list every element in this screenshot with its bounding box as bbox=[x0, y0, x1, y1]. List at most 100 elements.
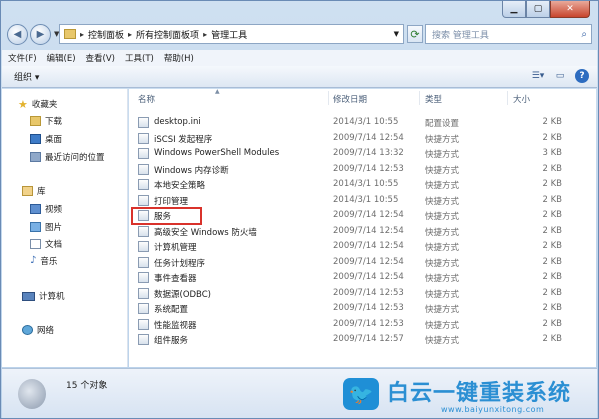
file-row[interactable]: 性能监视器 2009/7/14 12:53 快捷方式 2 KB bbox=[129, 317, 596, 332]
shortcut-icon bbox=[138, 303, 149, 314]
breadcrumb-all-items[interactable]: 所有控制面板项 bbox=[136, 28, 199, 41]
column-divider[interactable] bbox=[328, 91, 329, 105]
shortcut-icon bbox=[138, 148, 149, 159]
menu-help[interactable]: 帮助(H) bbox=[164, 52, 194, 64]
chevron-right-icon[interactable]: ▸ bbox=[80, 30, 84, 39]
shortcut-icon bbox=[138, 287, 149, 299]
search-input[interactable]: 搜索 管理工具 ⌕ bbox=[425, 24, 592, 44]
file-name: 高级安全 Windows 防火墙 bbox=[154, 227, 257, 238]
file-name: 本地安全策略 bbox=[154, 181, 206, 191]
column-header-name[interactable]: 名称 bbox=[138, 93, 155, 105]
nav-label: 音乐 bbox=[40, 257, 58, 267]
file-row[interactable]: 任务计划程序 2009/7/14 12:54 快捷方式 2 KB bbox=[129, 255, 596, 270]
nav-item-music[interactable]: ♪ 音乐 bbox=[30, 255, 58, 268]
address-dropdown-icon[interactable]: ▼ bbox=[394, 30, 399, 38]
nav-network[interactable]: 网络 bbox=[22, 324, 54, 336]
maximize-button[interactable]: ▢ bbox=[526, 1, 550, 18]
file-row[interactable]: Windows 内存诊断 2009/7/14 12:53 快捷方式 2 KB bbox=[129, 162, 596, 177]
column-divider[interactable] bbox=[507, 91, 508, 105]
menu-tools[interactable]: 工具(T) bbox=[125, 52, 154, 64]
file-type: 快捷方式 bbox=[425, 305, 460, 315]
file-name: Windows 内存诊断 bbox=[154, 165, 229, 176]
menu-view[interactable]: 查看(V) bbox=[86, 52, 115, 64]
column-divider[interactable] bbox=[419, 91, 420, 105]
file-size: 2 KB bbox=[542, 334, 562, 344]
file-row[interactable]: 高级安全 Windows 防火墙 2009/7/14 12:54 快捷方式 2 KB bbox=[129, 224, 596, 239]
menu-edit[interactable]: 编辑(E) bbox=[47, 52, 76, 64]
file-size: 2 KB bbox=[542, 117, 562, 127]
refresh-button[interactable]: ⟳ bbox=[407, 25, 423, 43]
preview-pane-icon[interactable]: ▭ bbox=[553, 69, 567, 83]
item-count: 15 个对象 bbox=[66, 381, 108, 391]
shortcut-icon bbox=[138, 241, 149, 252]
nav-favorites[interactable]: ★ 收藏夹 bbox=[18, 97, 57, 111]
file-size: 2 KB bbox=[542, 303, 562, 313]
nav-item-documents[interactable]: 文档 bbox=[30, 238, 62, 250]
file-row[interactable]: iSCSI 发起程序 2009/7/14 12:54 快捷方式 2 KB bbox=[129, 131, 596, 146]
file-type: 快捷方式 bbox=[425, 227, 460, 238]
address-bar[interactable]: ▸ 控制面板 ▸ 所有控制面板项 ▸ 管理工具 ▼ bbox=[59, 24, 404, 44]
file-row[interactable]: 计算机管理 2009/7/14 12:54 快捷方式 2 KB bbox=[129, 239, 596, 254]
nav-computer[interactable]: 计算机 bbox=[22, 290, 65, 302]
file-row[interactable]: desktop.ini 2014/3/1 10:55 配置设置 2 KB bbox=[129, 115, 596, 130]
file-row[interactable]: 系统配置 2009/7/14 12:53 快捷方式 2 KB bbox=[129, 301, 596, 316]
breadcrumb-control-panel[interactable]: 控制面板 bbox=[88, 28, 124, 41]
column-header-size[interactable]: 大小 bbox=[513, 93, 530, 105]
file-name: Windows PowerShell Modules bbox=[154, 148, 280, 158]
file-size: 2 KB bbox=[542, 225, 562, 236]
file-type: 快捷方式 bbox=[425, 134, 460, 145]
file-modified: 2009/7/14 12:54 bbox=[333, 210, 404, 220]
file-type: 快捷方式 bbox=[425, 274, 460, 284]
nav-item-recent[interactable]: 最近访问的位置 bbox=[30, 151, 105, 163]
file-modified: 2009/7/14 12:53 bbox=[333, 163, 404, 174]
organize-button[interactable]: 组织 ▾ bbox=[14, 70, 39, 83]
search-icon[interactable]: ⌕ bbox=[581, 29, 587, 40]
nav-item-desktop[interactable]: 桌面 bbox=[30, 133, 62, 145]
file-type: 快捷方式 bbox=[425, 196, 460, 207]
watermark-url: www.baiyunxitong.com bbox=[441, 405, 545, 414]
file-row[interactable]: 本地安全策略 2014/3/1 10:55 快捷方式 2 KB bbox=[129, 177, 596, 192]
nav-item-videos[interactable]: 视频 bbox=[30, 203, 62, 215]
file-row[interactable]: 数据源(ODBC) 2009/7/14 12:53 快捷方式 2 KB bbox=[129, 286, 596, 301]
navigation-pane: ★ 收藏夹 下载 桌面 最近访问的位置 库 视频 图片 文档 ♪ 音乐 计算机 … bbox=[2, 89, 128, 367]
nav-item-pictures[interactable]: 图片 bbox=[30, 221, 62, 233]
file-row[interactable]: 组件服务 2009/7/14 12:57 快捷方式 2 KB bbox=[129, 332, 596, 347]
file-modified: 2009/7/14 12:54 bbox=[333, 256, 404, 267]
column-header-type[interactable]: 类型 bbox=[425, 93, 442, 105]
column-header-modified[interactable]: 修改日期 bbox=[333, 93, 367, 105]
file-name: 事件查看器 bbox=[154, 274, 197, 284]
caption-buttons: ▁ ▢ ✕ bbox=[502, 1, 590, 18]
chevron-right-icon[interactable]: ▸ bbox=[203, 30, 207, 39]
star-icon: ★ bbox=[18, 97, 28, 111]
file-name: 计算机管理 bbox=[154, 243, 197, 253]
file-modified: 2009/7/14 12:54 bbox=[333, 241, 404, 251]
file-modified: 2009/7/14 12:53 bbox=[333, 287, 404, 298]
video-icon bbox=[30, 204, 41, 214]
chevron-right-icon[interactable]: ▸ bbox=[128, 30, 132, 39]
forward-button[interactable]: ▶ bbox=[30, 23, 51, 45]
file-row[interactable]: 事件查看器 2009/7/14 12:54 快捷方式 2 KB bbox=[129, 270, 596, 285]
watermark: 🐦 白云一键重装系统 www.baiyunxitong.com bbox=[343, 375, 597, 417]
nav-libraries[interactable]: 库 bbox=[22, 185, 46, 197]
file-modified: 2009/7/14 12:54 bbox=[333, 132, 404, 143]
nav-label: 网络 bbox=[37, 326, 55, 336]
file-list: 名称 ▲ 修改日期 类型 大小 desktop.ini 2014/3/1 10:5… bbox=[129, 88, 596, 367]
nav-item-downloads[interactable]: 下载 bbox=[30, 115, 62, 127]
back-button[interactable]: ◀ bbox=[7, 23, 28, 45]
menu-file[interactable]: 文件(F) bbox=[8, 52, 37, 64]
close-button[interactable]: ✕ bbox=[550, 1, 590, 18]
file-size: 2 KB bbox=[542, 210, 562, 220]
file-modified: 2014/3/1 10:55 bbox=[333, 117, 399, 127]
view-options-icon[interactable]: ☰▾ bbox=[531, 69, 545, 83]
file-name: iSCSI 发起程序 bbox=[154, 134, 213, 145]
file-modified: 2014/3/1 10:55 bbox=[333, 179, 399, 189]
minimize-button[interactable]: ▁ bbox=[502, 1, 526, 18]
nav-label: 下载 bbox=[45, 117, 63, 127]
file-row[interactable]: Windows PowerShell Modules 2009/7/14 13:3… bbox=[129, 146, 596, 161]
music-icon: ♪ bbox=[30, 255, 37, 266]
breadcrumb-admin-tools[interactable]: 管理工具 bbox=[211, 28, 247, 41]
file-name: 打印管理 bbox=[154, 196, 189, 207]
help-icon[interactable]: ? bbox=[575, 69, 589, 83]
file-row[interactable]: 打印管理 2014/3/1 10:55 快捷方式 2 KB bbox=[129, 193, 596, 208]
search-placeholder: 搜索 管理工具 bbox=[432, 30, 489, 41]
